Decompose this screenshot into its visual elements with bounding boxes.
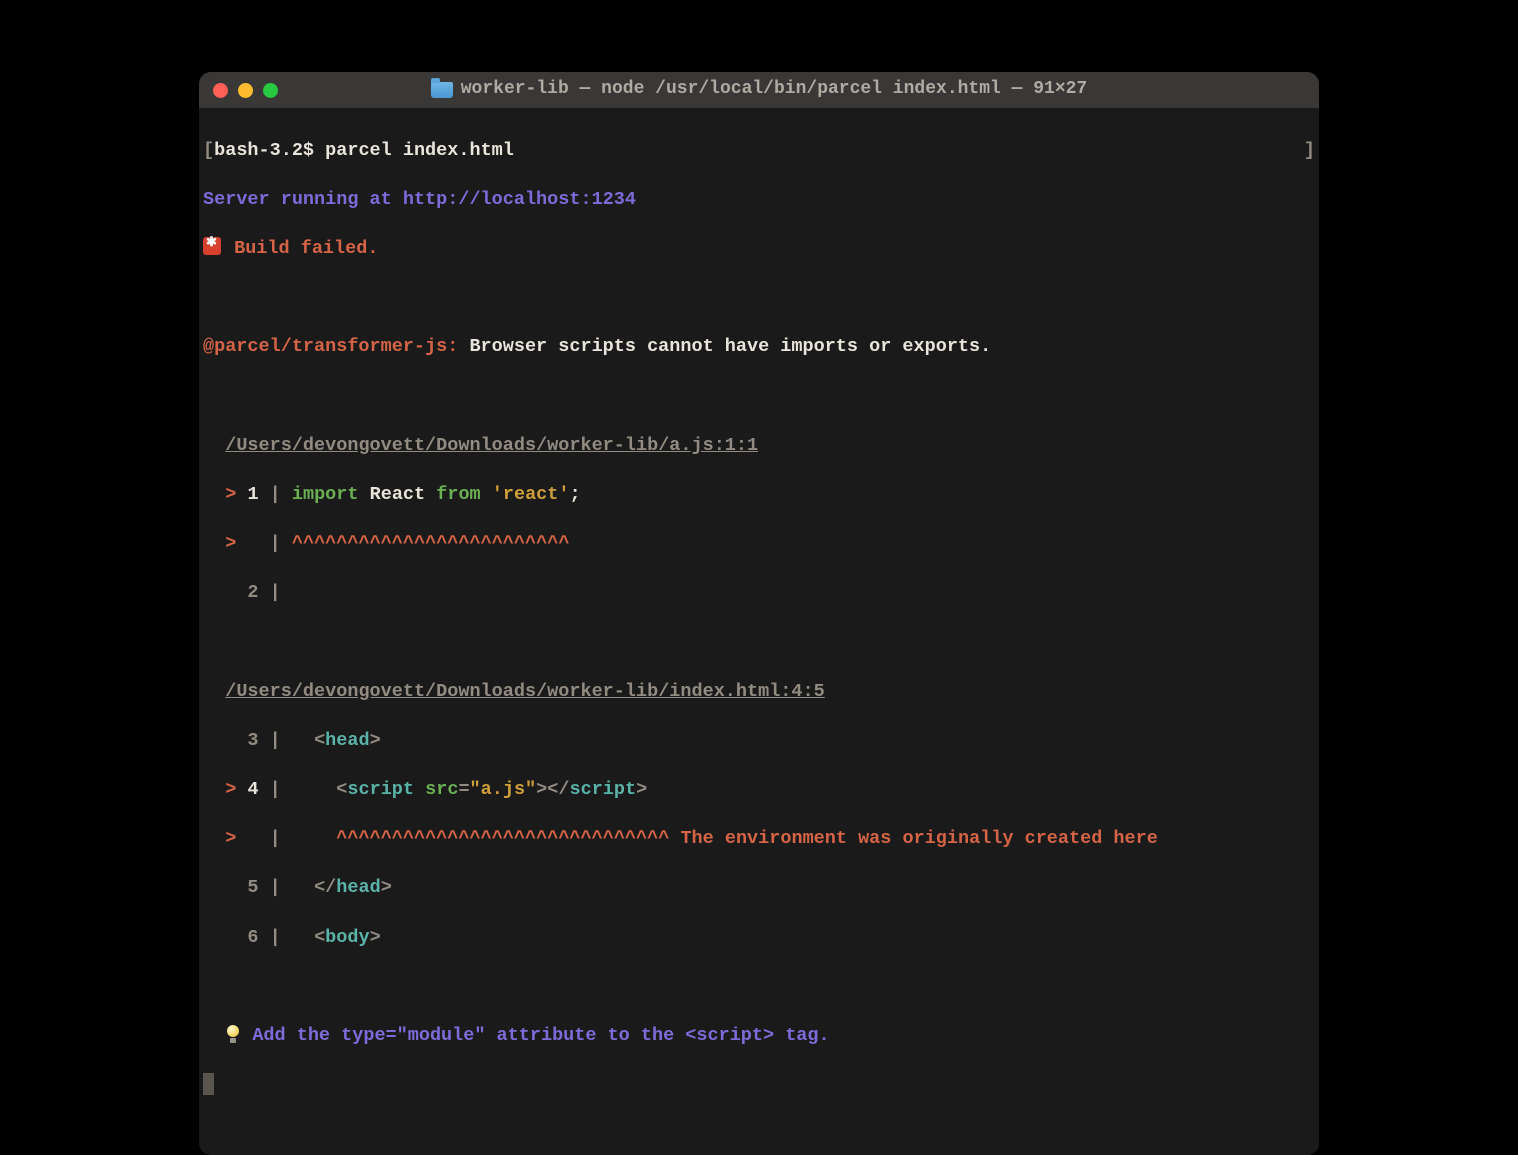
tag: head	[325, 730, 369, 751]
carets: ^^^^^^^^^^^^^^^^^^^^^^^^^	[292, 533, 570, 554]
shell-prompt: bash-3.2$	[214, 140, 325, 161]
pipe: |	[270, 730, 281, 751]
titlebar[interactable]: worker-lib — node /usr/local/bin/parcel …	[199, 72, 1319, 108]
attr-value: "a.js"	[470, 779, 537, 800]
error-source: @parcel/transformer-js:	[203, 336, 458, 357]
window-title: worker-lib — node /usr/local/bin/parcel …	[199, 78, 1319, 102]
gutter-marker: >	[225, 828, 236, 849]
hint-line: Add the type="module" attribute to the <…	[203, 1024, 1315, 1049]
semi: ;	[569, 484, 580, 505]
pipe: |	[270, 927, 281, 948]
lineno: 5	[247, 877, 258, 898]
bracket: [	[203, 140, 214, 161]
gutter-marker: >	[225, 533, 236, 554]
window-title-text: worker-lib — node /usr/local/bin/parcel …	[461, 78, 1088, 102]
traffic-lights	[213, 83, 278, 98]
cursor-line	[203, 1073, 1315, 1100]
tag: body	[325, 927, 369, 948]
error-message: Browser scripts cannot have imports or e…	[458, 336, 991, 357]
tag: script	[347, 779, 414, 800]
file-path-2: /Users/devongovett/Downloads/worker-lib/…	[203, 680, 1315, 705]
bulb-icon	[225, 1025, 241, 1045]
code-line-4: > 4 | <script src="a.js"></script>	[203, 778, 1315, 803]
server-running-line: Server running at http://localhost:1234	[203, 188, 1315, 213]
code-line-5: 5 | </head>	[203, 876, 1315, 901]
lineno: 2	[247, 582, 258, 603]
pipe: |	[270, 484, 281, 505]
code-line-6: 6 | <body>	[203, 926, 1315, 951]
terminal-body[interactable]: [bash-3.2$ parcel index.html] Server run…	[199, 108, 1319, 1155]
lineno: 4	[247, 779, 258, 800]
ident: React	[370, 484, 426, 505]
lineno: 1	[247, 484, 258, 505]
file-path-link[interactable]: /Users/devongovett/Downloads/worker-lib/…	[225, 435, 758, 456]
gutter-marker: >	[225, 484, 236, 505]
minimize-icon[interactable]	[238, 83, 253, 98]
tag: head	[336, 877, 380, 898]
lineno: 3	[247, 730, 258, 751]
code-line-2: 2 |	[203, 581, 1315, 606]
terminal-window: worker-lib — node /usr/local/bin/parcel …	[199, 72, 1319, 1155]
attr: src	[425, 779, 458, 800]
caret-line-2: > | ^^^^^^^^^^^^^^^^^^^^^^^^^^^^^^ The e…	[203, 827, 1315, 852]
gutter-marker: >	[225, 779, 236, 800]
pipe: |	[270, 779, 281, 800]
kw: from	[436, 484, 480, 505]
caret-line-1: > | ^^^^^^^^^^^^^^^^^^^^^^^^^	[203, 532, 1315, 557]
cursor	[203, 1073, 214, 1095]
maximize-icon[interactable]	[263, 83, 278, 98]
bracket-close: ]	[1304, 139, 1315, 164]
close-icon[interactable]	[213, 83, 228, 98]
lineno: 6	[247, 927, 258, 948]
error-line: @parcel/transformer-js: Browser scripts …	[203, 335, 1315, 360]
build-failed-text: Build failed.	[223, 238, 378, 259]
folder-icon	[431, 82, 453, 98]
caret-note: The environment was originally created h…	[669, 828, 1157, 849]
pipe: |	[270, 828, 281, 849]
pipe: |	[270, 582, 281, 603]
command: parcel index.html	[325, 140, 514, 161]
code-line-3: 3 | <head>	[203, 729, 1315, 754]
pipe: |	[270, 877, 281, 898]
carets: ^^^^^^^^^^^^^^^^^^^^^^^^^^^^^^	[336, 828, 669, 849]
siren-icon	[203, 237, 221, 255]
code-line-1: > 1 | import React from 'react';	[203, 483, 1315, 508]
hint-text: Add the type="module" attribute to the <…	[241, 1025, 829, 1046]
pipe: |	[270, 533, 281, 554]
tag: script	[570, 779, 637, 800]
string: 'react'	[492, 484, 570, 505]
file-path-link[interactable]: /Users/devongovett/Downloads/worker-lib/…	[225, 681, 825, 702]
file-path-1: /Users/devongovett/Downloads/worker-lib/…	[203, 434, 1315, 459]
prompt-line: [bash-3.2$ parcel index.html]	[203, 139, 1315, 164]
build-failed-line: Build failed.	[203, 237, 1315, 262]
kw: import	[292, 484, 359, 505]
